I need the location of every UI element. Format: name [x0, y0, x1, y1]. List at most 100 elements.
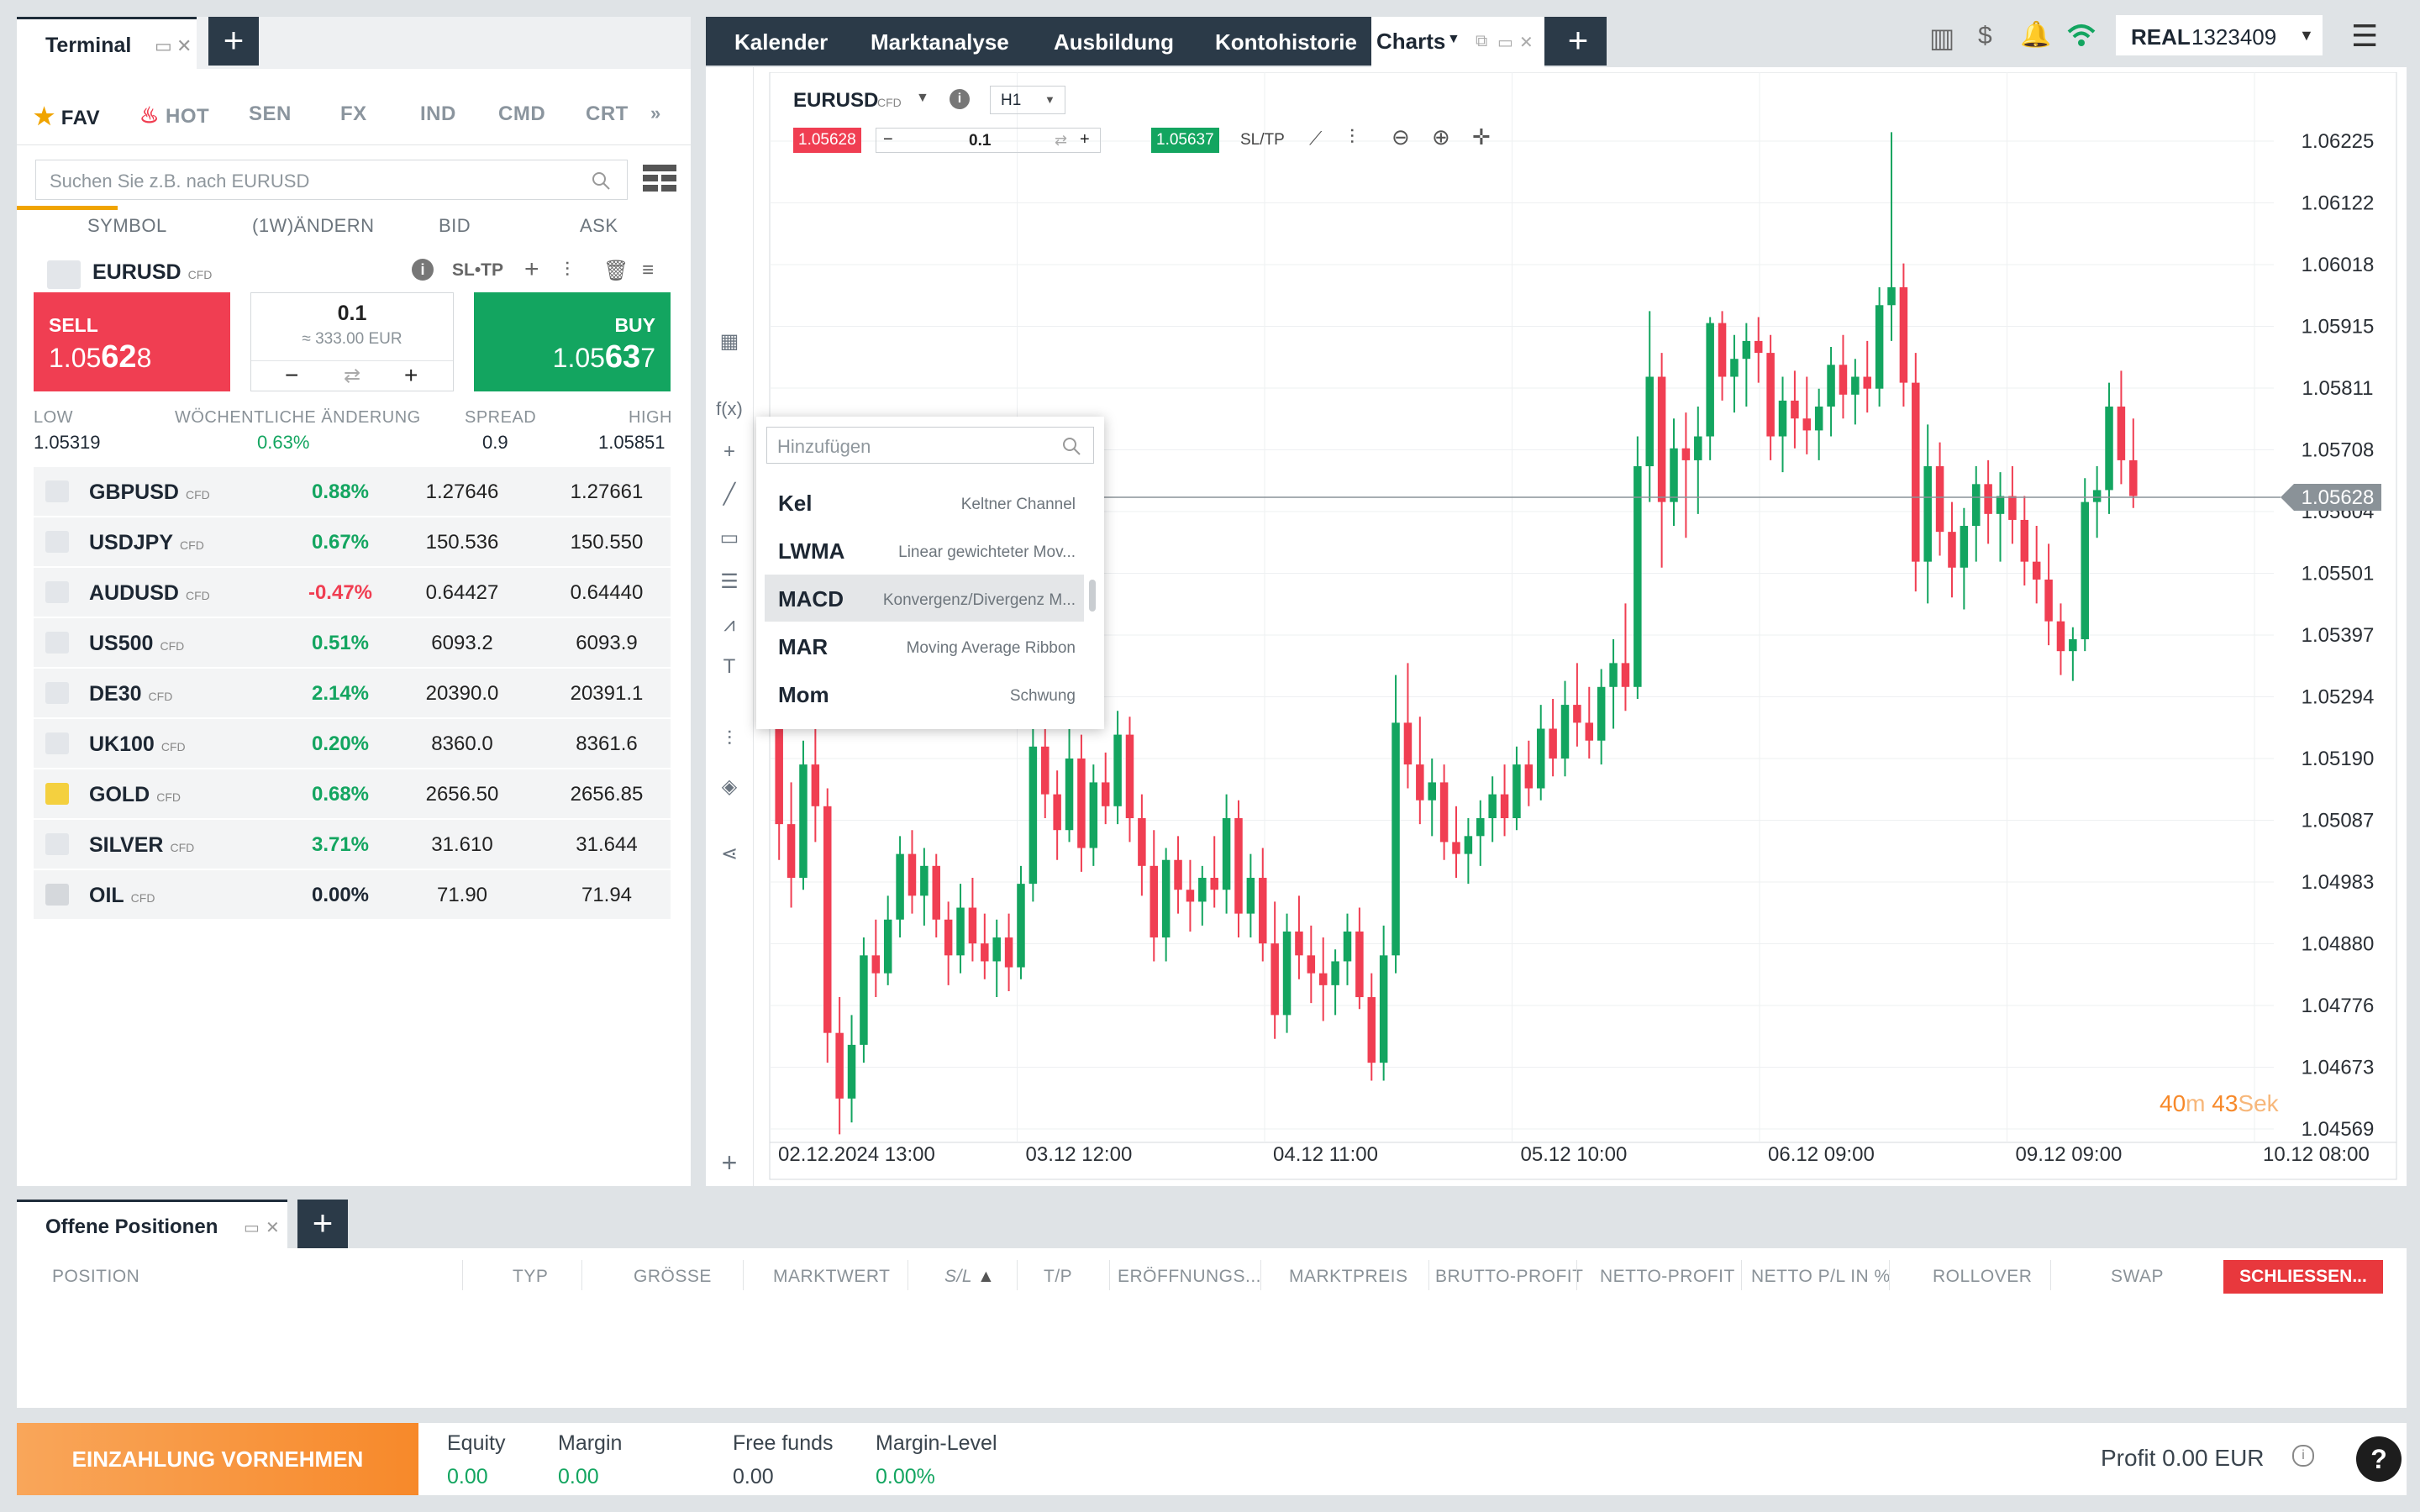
chart-sell-button[interactable]: 1.05628: [793, 128, 861, 153]
info-icon[interactable]: i: [950, 89, 970, 109]
col-marktpreis[interactable]: MARKTPREIS: [1289, 1267, 1408, 1287]
zoom-out-icon[interactable]: ⊖: [1392, 124, 1410, 150]
minus-icon[interactable]: −: [883, 130, 893, 150]
col-swap[interactable]: SWAP: [2111, 1267, 2164, 1287]
chevron-down-icon[interactable]: ▼: [1447, 32, 1460, 47]
market-bid[interactable]: 71.90: [403, 884, 521, 907]
timeframe-select[interactable]: H1 ▼: [990, 86, 1065, 114]
trash-icon[interactable]: 🗑: [603, 259, 629, 283]
deposit-button[interactable]: EINZAHLUNG VORNEHMEN: [17, 1423, 418, 1495]
chart-buy-button[interactable]: 1.05637: [1151, 128, 1219, 153]
minimize-icon[interactable]: ▭: [155, 35, 172, 57]
tab-charts[interactable]: Charts ▼ ⧉ ▭ ✕: [1371, 17, 1544, 67]
tab-ind[interactable]: IND: [420, 102, 456, 126]
market-ask[interactable]: 1.27661: [548, 480, 666, 504]
indicator-item-highlighted[interactable]: MACD Konvergenz/Divergenz M...: [765, 575, 1084, 622]
minimize-icon[interactable]: ▭: [1497, 32, 1513, 53]
col-ask[interactable]: ASK: [580, 215, 618, 237]
market-ask[interactable]: 8361.6: [548, 732, 666, 756]
zoom-in-icon[interactable]: ⊕: [1432, 124, 1450, 150]
market-ask[interactable]: 71.94: [548, 884, 666, 907]
swap-icon[interactable]: ⇄: [1055, 132, 1067, 150]
col-change[interactable]: (1W)ÄNDERN: [252, 215, 375, 237]
market-bid[interactable]: 8360.0: [403, 732, 521, 756]
market-row[interactable]: UK100 CFD 0.20% 8360.0 8361.6: [34, 719, 671, 768]
col-brutto-profit[interactable]: BRUTTO-PROFIT: [1435, 1267, 1583, 1287]
nav-marktanalyse[interactable]: Marktanalyse: [871, 29, 1009, 55]
sltp-button[interactable]: SL•TP: [452, 260, 503, 281]
rectangle-icon[interactable]: ▭: [716, 526, 743, 553]
market-bid[interactable]: 150.536: [403, 531, 521, 554]
chart-volume-input[interactable]: − 0.1 ⇄ +: [876, 128, 1101, 153]
col-typ[interactable]: TYP: [513, 1267, 548, 1287]
plus-icon[interactable]: +: [1080, 130, 1090, 150]
volume-input[interactable]: 0.1 ≈ 333.00 EUR − ⇄ +: [250, 292, 454, 391]
layers-icon[interactable]: ◈: [716, 774, 743, 801]
tab-fav[interactable]: ★ FAV: [34, 102, 100, 130]
help-button[interactable]: ?: [2356, 1436, 2402, 1482]
swap-icon[interactable]: ⇄: [344, 364, 360, 388]
volume-plus-button[interactable]: +: [404, 362, 418, 389]
close-icon[interactable]: ✕: [266, 1217, 280, 1238]
market-row[interactable]: AUDUSD CFD -0.47% 0.64427 0.64440: [34, 568, 671, 617]
market-row[interactable]: GOLD CFD 0.68% 2656.50 2656.85: [34, 769, 671, 818]
pitchfork-icon[interactable]: ⩘: [716, 613, 743, 640]
chevron-down-icon[interactable]: ▼: [916, 91, 929, 106]
text-icon[interactable]: T: [716, 655, 743, 682]
chart-sltp-button[interactable]: SL/TP: [1240, 131, 1285, 150]
close-icon[interactable]: ✕: [176, 35, 192, 57]
col-netto-pl[interactable]: NETTO P/L IN %: [1751, 1267, 1891, 1287]
market-row[interactable]: US500 CFD 0.51% 6093.2 6093.9: [34, 618, 671, 667]
crosshair-icon[interactable]: ✛: [1472, 124, 1491, 150]
close-icon[interactable]: ✕: [1519, 32, 1534, 53]
tab-fx[interactable]: FX: [340, 102, 367, 126]
close-all-button[interactable]: SCHLIESSEN...: [2223, 1260, 2383, 1294]
volume-minus-button[interactable]: −: [285, 362, 298, 389]
add-tab-button[interactable]: +: [208, 17, 259, 66]
info-icon[interactable]: i: [412, 259, 434, 281]
market-row[interactable]: USDJPY CFD 0.67% 150.536 150.550: [34, 517, 671, 566]
market-row[interactable]: DE30 CFD 2.14% 20390.0 20391.1: [34, 669, 671, 717]
market-ask[interactable]: 20391.1: [548, 682, 666, 706]
function-icon[interactable]: f(x): [716, 398, 743, 425]
col-bid[interactable]: BID: [439, 215, 471, 237]
grid-view-icon[interactable]: [643, 165, 676, 193]
add-indicator-icon[interactable]: +: [716, 1147, 743, 1178]
list-add-icon[interactable]: ≡: [642, 259, 654, 282]
market-bid[interactable]: 2656.50: [403, 783, 521, 806]
market-bid[interactable]: 0.64427: [403, 581, 521, 605]
info-icon[interactable]: i: [2292, 1445, 2314, 1467]
line-chart-icon[interactable]: ⟋: [1309, 128, 1322, 150]
market-bid[interactable]: 1.27646: [403, 480, 521, 504]
terminal-tab[interactable]: Terminal ▭ ✕: [17, 17, 197, 69]
tab-crt[interactable]: CRT: [586, 102, 629, 126]
col-rollover[interactable]: ROLLOVER: [1933, 1267, 2032, 1287]
bell-icon[interactable]: 🔔: [2020, 20, 2051, 50]
minimize-icon[interactable]: ▭: [244, 1217, 260, 1238]
indicator-item[interactable]: Kel Keltner Channel: [765, 479, 1084, 526]
nav-kontohistorie[interactable]: Kontohistorie: [1215, 29, 1357, 55]
chart-symbol[interactable]: EURUSD: [793, 89, 878, 113]
market-bid[interactable]: 31.610: [403, 833, 521, 857]
grid-layout-icon[interactable]: ▦: [716, 329, 743, 356]
market-ask[interactable]: 0.64440: [548, 581, 666, 605]
candles-icon[interactable]: ⫶: [565, 259, 570, 282]
col-position[interactable]: POSITION: [52, 1267, 139, 1287]
more-tabs-icon[interactable]: »: [650, 102, 661, 124]
share-icon[interactable]: ⋖: [716, 842, 743, 869]
market-row[interactable]: GBPUSD CFD 0.88% 1.27646 1.27661: [34, 467, 671, 516]
col-symbol[interactable]: SYMBOL: [87, 215, 167, 237]
col-eroeffnung[interactable]: ERÖFFNUNGS...: [1118, 1267, 1261, 1287]
add-chart-tab-button[interactable]: +: [1553, 17, 1603, 66]
add-positions-tab-button[interactable]: +: [297, 1200, 348, 1248]
add-icon[interactable]: +: [524, 255, 539, 284]
col-sl[interactable]: S/L ▲: [944, 1267, 995, 1287]
market-ask[interactable]: 2656.85: [548, 783, 666, 806]
tab-hot[interactable]: ♨ HOT: [139, 102, 209, 129]
market-row[interactable]: SILVER CFD 3.71% 31.610 31.644: [34, 820, 671, 869]
nav-ausbildung[interactable]: Ausbildung: [1054, 29, 1174, 55]
buy-button[interactable]: BUY 1.05637: [474, 292, 671, 391]
symbol-search-input[interactable]: Suchen Sie z.B. nach EURUSD: [35, 160, 628, 200]
tab-cmd[interactable]: CMD: [498, 102, 545, 126]
account-selector[interactable]: REAL 1323409 ▼: [2116, 15, 2323, 55]
